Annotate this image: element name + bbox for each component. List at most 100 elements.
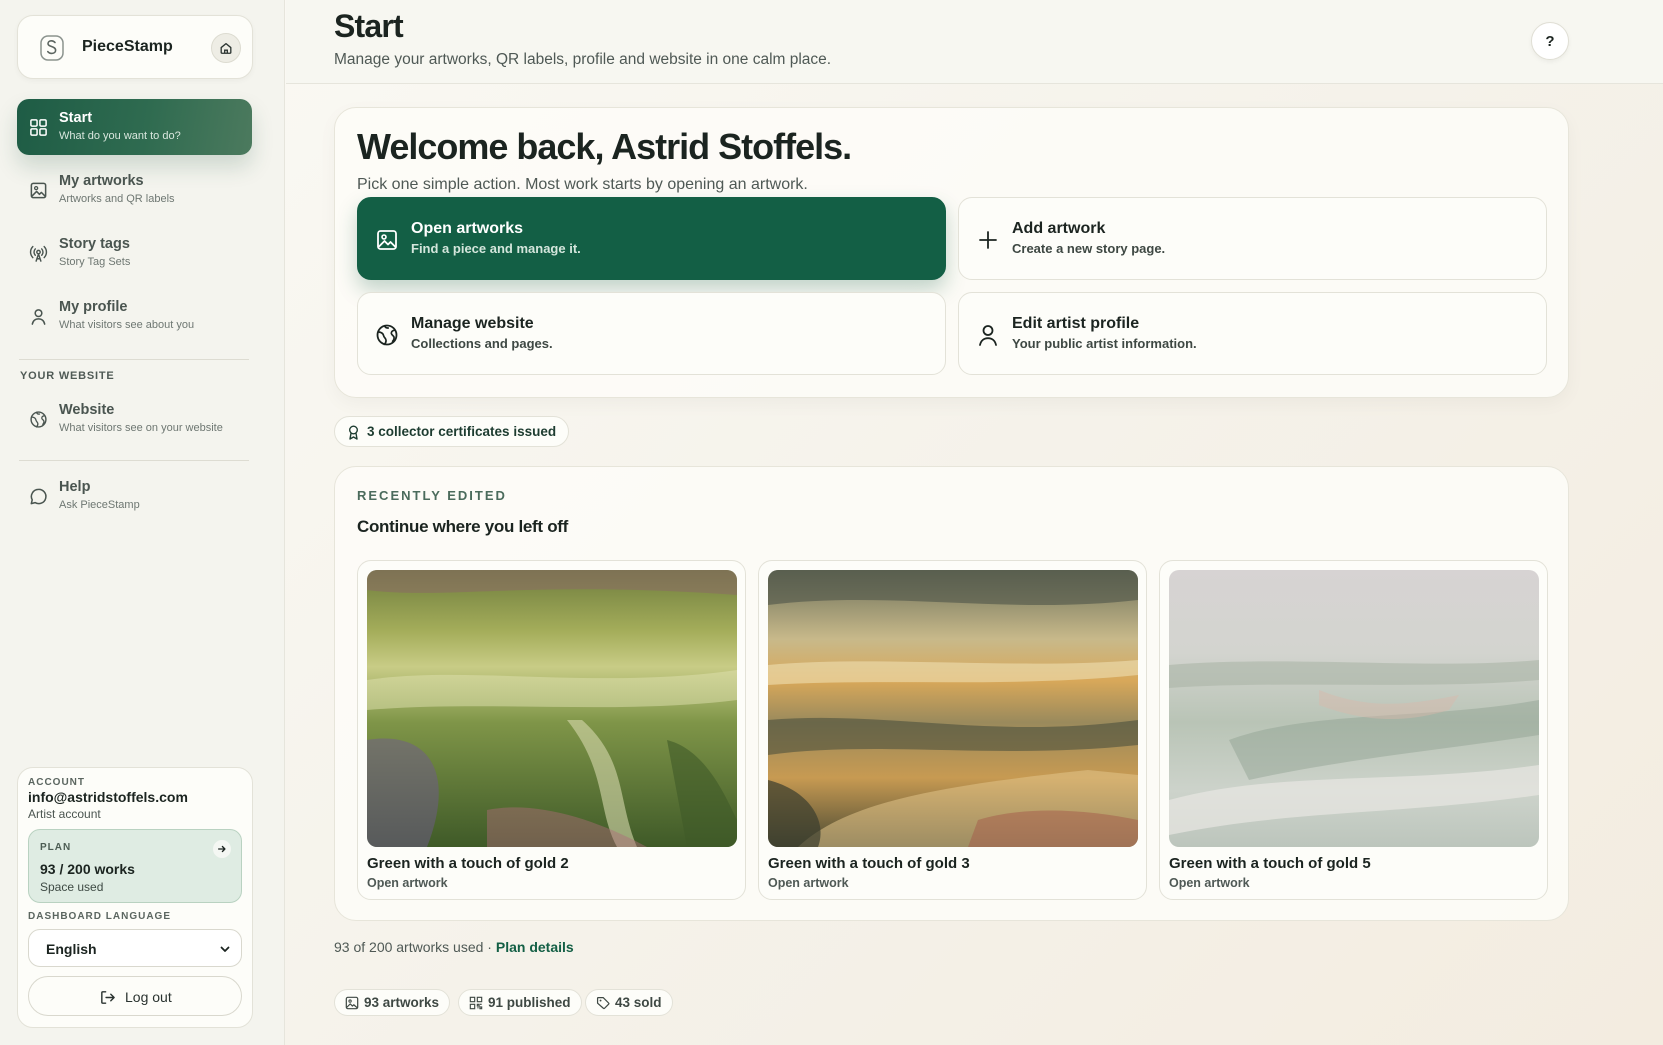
help-button[interactable]: ? xyxy=(1531,22,1569,60)
qr-icon xyxy=(469,996,483,1010)
account-label: ACCOUNT xyxy=(28,777,85,788)
welcome-title: Welcome back, Astrid Stoffels. xyxy=(357,126,852,167)
artwork-card[interactable]: Green with a touch of gold 3 Open artwor… xyxy=(758,560,1147,900)
sidebar-item-sublabel: What do you want to do? xyxy=(59,130,181,142)
sidebar-item-label: Story tags xyxy=(59,236,130,252)
action-title: Add artwork xyxy=(1012,220,1106,237)
recently-edited-panel: RECENTLY EDITED Continue where you left … xyxy=(334,466,1569,921)
home-button[interactable] xyxy=(211,33,241,63)
account-type: Artist account xyxy=(28,807,101,821)
plus-icon xyxy=(976,228,1000,252)
action-subtitle: Create a new story page. xyxy=(1012,241,1166,256)
artwork-thumbnail xyxy=(768,570,1138,847)
stat-chip-published: 91 published xyxy=(458,989,582,1016)
sidebar-item-label: Website xyxy=(59,402,115,418)
language-select[interactable]: English xyxy=(28,929,242,967)
user-icon xyxy=(976,323,1000,347)
welcome-panel: Welcome back, Astrid Stoffels. Pick one … xyxy=(334,107,1569,398)
language-label: DASHBOARD LANGUAGE xyxy=(28,911,171,922)
welcome-subtitle: Pick one simple action. Most work starts… xyxy=(357,176,808,193)
sidebar-item-label: My profile xyxy=(59,299,128,315)
image-icon xyxy=(29,181,48,200)
image-icon xyxy=(375,228,399,252)
brand-card: PieceStamp xyxy=(17,15,253,79)
chat-icon xyxy=(29,487,48,506)
artwork-link[interactable]: Open artwork xyxy=(367,876,448,890)
logout-button[interactable]: Log out xyxy=(28,976,242,1016)
sidebar-item-label: Start xyxy=(59,110,93,126)
sidebar-item-website[interactable]: Website What visitors see on your websit… xyxy=(17,391,252,447)
usage-text: 93 of 200 artworks used · xyxy=(334,939,496,955)
globe-icon xyxy=(29,410,48,429)
nav-section-label: YOUR WEBSITE xyxy=(20,370,115,382)
artwork-thumbnail xyxy=(1169,570,1539,847)
artwork-title: Green with a touch of gold 5 xyxy=(1169,855,1371,872)
artwork-thumbnail xyxy=(367,570,737,847)
action-title: Manage website xyxy=(411,315,534,332)
sidebar: PieceStamp Start What do you want to do?… xyxy=(0,0,285,1045)
stat-chip-artworks: 93 artworks xyxy=(334,989,451,1016)
tag-icon xyxy=(596,996,610,1010)
sidebar-item-sublabel: Ask PieceStamp xyxy=(59,499,140,511)
sidebar-item-my-profile[interactable]: My profile What visitors see about you xyxy=(17,288,252,344)
plan-label: PLAN xyxy=(40,842,72,853)
sidebar-item-sublabel: Story Tag Sets xyxy=(59,256,131,268)
home-icon xyxy=(220,42,232,54)
add-artwork-button[interactable]: Add artwork Create a new story page. xyxy=(958,197,1547,280)
account-card: ACCOUNT info@astridstoffels.com Artist a… xyxy=(17,767,253,1028)
piecestamp-logo-icon xyxy=(38,34,66,62)
sidebar-item-story-tags[interactable]: Story tags Story Tag Sets xyxy=(17,225,252,281)
broadcast-icon xyxy=(29,244,48,263)
stat-text: 43 sold xyxy=(615,995,662,1010)
artwork-link[interactable]: Open artwork xyxy=(1169,876,1250,890)
sidebar-item-sublabel: What visitors see on your website xyxy=(59,422,223,434)
page-subtitle: Manage your artworks, QR labels, profile… xyxy=(334,51,832,68)
logout-icon xyxy=(99,989,116,1006)
plan-details-link[interactable]: Plan details xyxy=(496,939,574,955)
image-icon xyxy=(345,996,359,1010)
sidebar-item-sublabel: What visitors see about you xyxy=(59,319,195,331)
nav-divider xyxy=(19,359,249,360)
edit-artist-profile-button[interactable]: Edit artist profile Your public artist i… xyxy=(958,292,1547,375)
artwork-link[interactable]: Open artwork xyxy=(768,876,849,890)
account-email: info@astridstoffels.com xyxy=(28,789,188,805)
action-subtitle: Your public artist information. xyxy=(1012,336,1197,351)
plan-card[interactable]: PLAN 93 / 200 works Space used xyxy=(28,829,242,903)
manage-website-button[interactable]: Manage website Collections and pages. xyxy=(357,292,946,375)
page-header: Start Manage your artworks, QR labels, p… xyxy=(286,0,1663,84)
plan-usage: 93 / 200 works xyxy=(40,861,135,877)
artwork-title: Green with a touch of gold 3 xyxy=(768,855,970,872)
user-icon xyxy=(29,307,48,326)
stat-chip-sold: 43 sold xyxy=(585,989,673,1016)
sidebar-item-sublabel: Artworks and QR labels xyxy=(59,193,175,205)
artwork-card[interactable]: Green with a touch of gold 5 Open artwor… xyxy=(1159,560,1548,900)
language-value: English xyxy=(46,941,97,957)
app-name: PieceStamp xyxy=(82,38,173,55)
stat-text: 91 published xyxy=(488,995,571,1010)
action-title: Open artworks xyxy=(411,220,524,237)
artwork-card[interactable]: Green with a touch of gold 2 Open artwor… xyxy=(357,560,746,900)
chevron-down-icon xyxy=(219,943,231,955)
open-artworks-button[interactable]: Open artworks Find a piece and manage it… xyxy=(357,197,946,280)
sidebar-item-help[interactable]: Help Ask PieceStamp xyxy=(17,468,252,524)
action-subtitle: Collections and pages. xyxy=(411,336,553,351)
section-eyebrow: RECENTLY EDITED xyxy=(357,488,507,503)
action-title: Edit artist profile xyxy=(1012,315,1140,332)
sidebar-item-my-artworks[interactable]: My artworks Artworks and QR labels xyxy=(17,162,252,218)
certificates-text: 3 collector certificates issued xyxy=(367,424,557,439)
sidebar-item-label: Help xyxy=(59,479,91,495)
award-icon xyxy=(347,425,360,440)
nav-divider xyxy=(19,460,249,461)
arrow-right-icon xyxy=(213,840,231,858)
sidebar-item-label: My artworks xyxy=(59,173,144,189)
action-subtitle: Find a piece and manage it. xyxy=(411,241,581,256)
artwork-title: Green with a touch of gold 2 xyxy=(367,855,569,872)
stat-text: 93 artworks xyxy=(364,995,440,1010)
section-title: Continue where you left off xyxy=(357,517,569,536)
usage-summary: 93 of 200 artworks used · Plan details xyxy=(334,939,574,955)
grid-icon xyxy=(29,118,48,137)
logout-label: Log out xyxy=(125,989,172,1005)
sidebar-item-start[interactable]: Start What do you want to do? xyxy=(17,99,252,155)
certificates-badge[interactable]: 3 collector certificates issued xyxy=(334,416,570,447)
globe-icon xyxy=(375,323,399,347)
